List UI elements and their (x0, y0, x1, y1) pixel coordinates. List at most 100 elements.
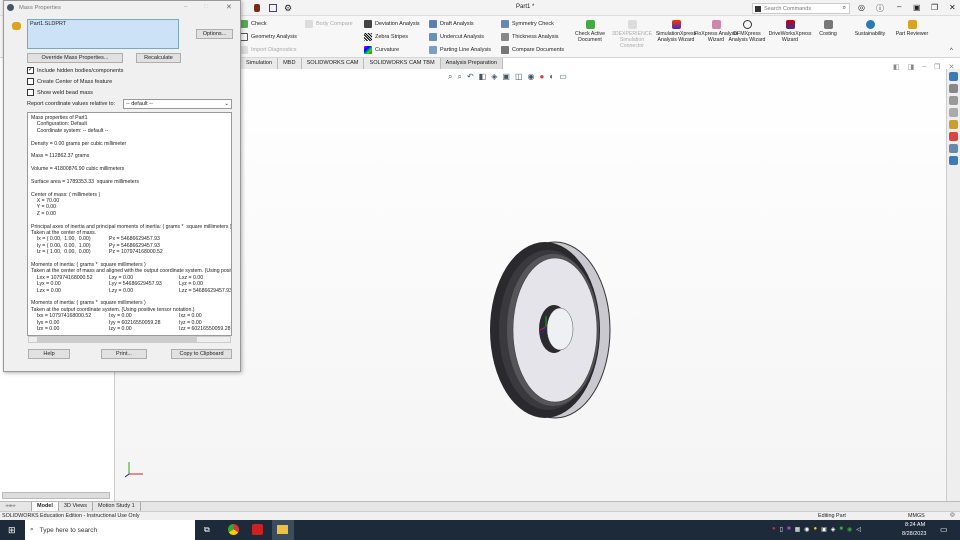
pulley-model[interactable] (485, 237, 615, 422)
collapse-ribbon-icon[interactable]: ^ (950, 48, 953, 54)
options-button[interactable]: Options... (196, 29, 233, 39)
network-icon[interactable]: ▦ (795, 526, 801, 533)
rebuild-icon[interactable]: ◎ (950, 512, 955, 518)
check-active-document-button[interactable]: Check Active Document (568, 20, 612, 43)
section-view-icon[interactable]: ◧ (479, 72, 487, 82)
taskbar-search[interactable]: ⌕ Type here to search (25, 520, 195, 540)
minimize-button[interactable]: – (897, 2, 901, 11)
solidworks-resources-icon[interactable] (949, 72, 958, 81)
tray-app-icon[interactable]: ● (772, 526, 776, 533)
dynamic-annotation-icon[interactable]: ◈ (491, 72, 497, 82)
dialog-maximize-button[interactable]: □ (204, 4, 208, 10)
geometry-analysis-button[interactable]: Geometry Analysis (240, 33, 297, 41)
task-view-icon[interactable]: ⧉ (204, 525, 210, 535)
traffic-light-icon[interactable] (254, 4, 260, 12)
scenes-icon[interactable]: ◐ (549, 72, 554, 82)
usb-icon[interactable]: ▯ (780, 526, 783, 533)
tab-analysis-preparation[interactable]: Analysis Preparation (440, 58, 503, 69)
override-mass-properties-button[interactable]: Override Mass Properties... (27, 53, 123, 63)
sheet-icon[interactable] (269, 4, 277, 12)
checkbox[interactable] (27, 89, 34, 96)
custom-properties-icon[interactable] (949, 144, 958, 153)
tray-icon-2[interactable]: ▣ (821, 526, 827, 533)
report-horizontal-scrollbar[interactable] (28, 336, 231, 343)
previous-view-icon[interactable]: ↶ (467, 72, 474, 82)
tab-mbd[interactable]: MBD (278, 58, 302, 69)
design-library-icon[interactable] (949, 96, 958, 105)
tray-icon-4[interactable]: ◉ (847, 526, 852, 533)
solidworks-taskbar-icon[interactable] (252, 524, 263, 535)
checkbox[interactable] (27, 78, 34, 85)
search-commands-input[interactable]: Search Commands ⌕ (752, 3, 850, 14)
restore-button[interactable]: ❐ (931, 3, 938, 12)
display-style-icon[interactable]: ◫ (515, 72, 523, 82)
zoom-to-fit-icon[interactable]: ⌕ (448, 72, 452, 82)
tab-simulation[interactable]: Simulation (241, 58, 279, 69)
file-explorer-icon[interactable] (949, 108, 958, 117)
import-diagnostics-button[interactable]: Import Diagnostics (240, 46, 297, 54)
volume-icon[interactable]: ◁ (856, 526, 861, 533)
layout-button[interactable]: ▣ (913, 3, 921, 12)
selection-box[interactable]: Part1.SLDPRT (27, 19, 179, 49)
notifications-icon[interactable]: ▭ (940, 525, 948, 534)
recalculate-button[interactable]: Recalculate (136, 53, 181, 63)
help-icon[interactable]: ⓘ (876, 3, 884, 14)
tray-icon-3[interactable]: ◈ (831, 526, 836, 533)
clock-time[interactable]: 8:24 AM (905, 522, 925, 528)
part-reviewer-button[interactable]: Part Reviewer (890, 20, 934, 37)
draft-analysis-button[interactable]: Draft Analysis (429, 20, 474, 28)
deviation-analysis-button[interactable]: Deviation Analysis (364, 20, 420, 28)
create-com-checkbox[interactable]: Create Center of Mass feature (27, 78, 112, 85)
view-settings-icon[interactable]: ▭ (559, 72, 567, 82)
check-button[interactable]: Check (240, 20, 267, 28)
zebra-stripes-button[interactable]: Zebra Stripes (364, 33, 408, 41)
show-weld-checkbox[interactable]: Show weld bead mass (27, 89, 93, 96)
onenote-icon[interactable]: ■ (787, 526, 791, 533)
tab-motion-study[interactable]: Motion Study 1 (93, 502, 141, 511)
windows-start-icon[interactable]: ⊞ (8, 525, 16, 536)
hide-show-icon[interactable]: ◉ (528, 72, 535, 82)
dock-left-icon[interactable]: ◧ (893, 63, 900, 71)
norton-icon[interactable]: ● (813, 526, 817, 533)
checkbox-checked[interactable]: ✓ (27, 67, 34, 74)
units-select[interactable]: MMGS (908, 513, 925, 519)
3dexperience-connector-button[interactable]: 3DEXPERIENCE Simulation Connector (610, 20, 654, 49)
file-explorer-taskbar-icon[interactable] (277, 525, 288, 534)
include-hidden-checkbox[interactable]: ✓ Include hidden bodies/components (27, 67, 123, 74)
tab-3d-views[interactable]: 3D Views (59, 502, 94, 511)
appearances-icon[interactable] (949, 132, 958, 141)
dock-right-icon[interactable]: ◨ (908, 63, 915, 71)
clock-date[interactable]: 8/28/2023 (902, 531, 926, 537)
edit-appearance-icon[interactable]: ● (540, 72, 545, 82)
curvature-button[interactable]: Curvature (364, 46, 399, 54)
costing-button[interactable]: Costing (806, 20, 850, 37)
user-icon[interactable]: ◎ (858, 3, 865, 12)
forum-icon[interactable] (949, 156, 958, 165)
thickness-analysis-button[interactable]: Thickness Analysis (501, 33, 558, 41)
tab-solidworks-cam[interactable]: SOLIDWORKS CAM (301, 58, 365, 69)
body-compare-button[interactable]: Body Compare (305, 20, 353, 28)
tab-solidworks-cam-tbm[interactable]: SOLIDWORKS CAM TBM (364, 58, 441, 69)
dialog-minimize-button[interactable]: – (184, 4, 187, 10)
viewport-minimize-icon[interactable]: – (922, 63, 926, 71)
tab-scroll-arrows[interactable]: ◂◂▸▸ (0, 502, 32, 511)
dfmxpress-button[interactable]: DFMXpress Analysis Wizard (725, 20, 769, 43)
tray-icon[interactable]: ◉ (804, 526, 809, 533)
undercut-analysis-button[interactable]: Undercut Analysis (429, 33, 484, 41)
sustainability-button[interactable]: Sustainability (848, 20, 892, 37)
nvidia-icon[interactable]: ■ (839, 526, 843, 533)
chrome-icon[interactable] (228, 524, 239, 535)
viewport-restore-icon[interactable]: ❐ (934, 63, 940, 71)
parting-line-analysis-button[interactable]: Parting Line Analysis (429, 46, 491, 54)
compare-documents-button[interactable]: Compare Documents (501, 46, 564, 54)
tab-model[interactable]: Model (32, 502, 59, 511)
mass-properties-report[interactable]: Mass properties of Part1 Configuration: … (27, 112, 232, 336)
scroll-thumb[interactable] (37, 337, 197, 342)
copy-to-clipboard-button[interactable]: Copy to Clipboard (171, 349, 232, 359)
help-button[interactable]: Help (28, 349, 70, 359)
zoom-area-icon[interactable]: ⌕ (457, 72, 461, 82)
view-orientation-icon[interactable]: ▣ (502, 72, 510, 82)
coordinate-system-select[interactable]: -- default -- ⌄ (123, 99, 232, 109)
home-icon[interactable] (949, 84, 958, 93)
gear-icon[interactable]: ⚙ (284, 3, 292, 14)
